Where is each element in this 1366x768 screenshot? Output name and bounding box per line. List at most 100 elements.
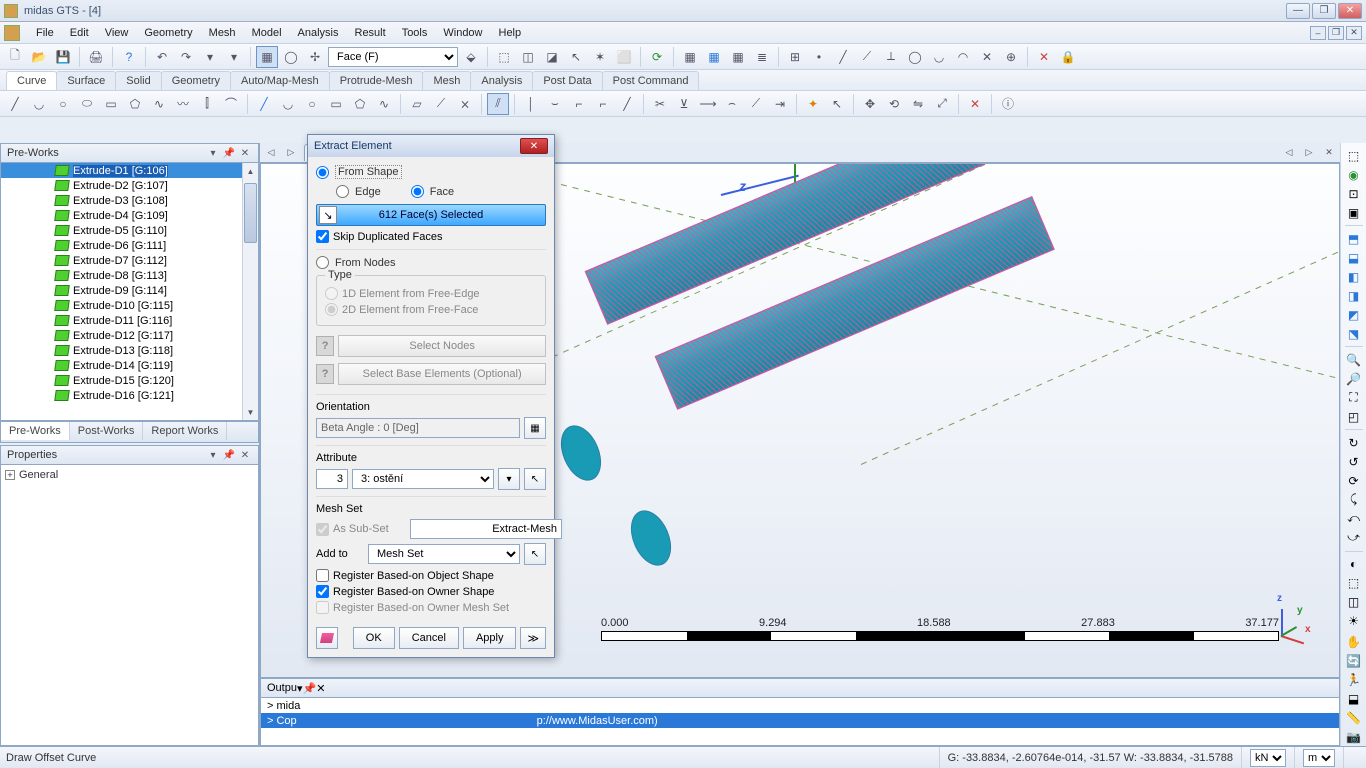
print-icon[interactable]: 🖨: [85, 46, 107, 68]
doc-next2-icon[interactable]: ▷: [1302, 146, 1316, 160]
panel-close-icon[interactable]: ✕: [238, 146, 252, 160]
menu-analysis[interactable]: Analysis: [290, 25, 347, 41]
refresh-icon[interactable]: ⟳: [646, 46, 668, 68]
tree-item[interactable]: Extrude-D8 [G:113]: [1, 268, 258, 283]
view-right-icon[interactable]: ◨: [1344, 287, 1364, 304]
doc-next-icon[interactable]: ▷: [284, 146, 298, 160]
invert-icon[interactable]: ◪: [541, 46, 563, 68]
rotate-icon[interactable]: ⟲: [883, 93, 905, 115]
scale-icon[interactable]: ⤢: [931, 93, 953, 115]
redo-icon[interactable]: ↷: [175, 46, 197, 68]
attribute-pick-button[interactable]: ↖: [524, 468, 546, 490]
view-top-icon[interactable]: ⬒: [1344, 230, 1364, 247]
snap-point-icon[interactable]: •: [808, 46, 830, 68]
snap-grid-icon[interactable]: ⊞: [784, 46, 806, 68]
reg-owner-checkbox[interactable]: Register Based-on Owner Shape: [316, 585, 546, 598]
tree-item[interactable]: Extrude-D11 [G:116]: [1, 313, 258, 328]
tab-mesh[interactable]: Mesh: [422, 71, 471, 90]
snap-off-icon[interactable]: ✕: [1033, 46, 1055, 68]
rect-icon[interactable]: ▭: [100, 93, 122, 115]
tab-analysis[interactable]: Analysis: [470, 71, 533, 90]
redo-dropdown-icon[interactable]: ▾: [223, 46, 245, 68]
tree-item[interactable]: Extrude-D13 [G:118]: [1, 343, 258, 358]
table-icon[interactable]: ▦: [679, 46, 701, 68]
radio-from-shape[interactable]: From Shape: [316, 165, 546, 179]
select-lasso-icon[interactable]: ◯: [280, 46, 302, 68]
walk-icon[interactable]: 🏃: [1344, 672, 1364, 689]
rot-left-icon[interactable]: ⤺: [1344, 510, 1364, 527]
scroll-thumb[interactable]: [244, 183, 257, 243]
dialog-close-button[interactable]: ✕: [520, 138, 548, 154]
chamfer-icon[interactable]: ⟋: [745, 93, 767, 115]
poly-icon[interactable]: ⬠: [124, 93, 146, 115]
mirror-icon[interactable]: ⇋: [907, 93, 929, 115]
unit-length-select[interactable]: m: [1303, 749, 1335, 767]
output-close-icon[interactable]: ✕: [316, 682, 325, 695]
skip-duplicated-checkbox[interactable]: Skip Duplicated Faces: [316, 230, 546, 243]
stack-icon[interactable]: ≣: [751, 46, 773, 68]
circle-icon[interactable]: ○: [52, 93, 74, 115]
arc-icon[interactable]: ◡: [28, 93, 50, 115]
snap-circle-icon[interactable]: ◯: [904, 46, 926, 68]
pick-arrow-icon[interactable]: ↘: [319, 206, 337, 224]
tab-solid[interactable]: Solid: [115, 71, 161, 90]
spline-icon[interactable]: ∿: [148, 93, 170, 115]
menu-edit[interactable]: Edit: [62, 25, 97, 41]
tree-item[interactable]: Extrude-D9 [G:114]: [1, 283, 258, 298]
addto-pick-button[interactable]: ↖: [524, 543, 546, 565]
preworks-tree[interactable]: Extrude-D1 [G:106]Extrude-D2 [G:107] Extr…: [0, 163, 259, 421]
tunnel-icon[interactable]: ⌒: [220, 93, 242, 115]
break-icon[interactable]: ⊻: [673, 93, 695, 115]
tree-item[interactable]: Extrude-D2 [G:107]: [1, 178, 258, 193]
reset-button[interactable]: [316, 627, 338, 649]
help-base-icon[interactable]: ?: [316, 364, 334, 384]
open-icon[interactable]: 📂: [28, 46, 50, 68]
menu-result[interactable]: Result: [347, 25, 394, 41]
profile-icon[interactable]: ⫿: [196, 93, 218, 115]
menu-file[interactable]: File: [28, 25, 62, 41]
tree-item[interactable]: Extrude-D1 [G:106]: [1, 163, 258, 178]
menu-window[interactable]: Window: [435, 25, 490, 41]
ok-button[interactable]: OK: [353, 627, 395, 649]
tab-reportworks[interactable]: Report Works: [143, 422, 227, 440]
select-cross-icon[interactable]: ✢: [304, 46, 326, 68]
menu-view[interactable]: View: [97, 25, 137, 41]
doc-prev-icon[interactable]: ◁: [264, 146, 278, 160]
rot-free-icon[interactable]: ⤹: [1344, 491, 1364, 508]
save-icon[interactable]: 💾: [52, 46, 74, 68]
zoom-window-icon[interactable]: ◰: [1344, 408, 1364, 425]
seg-3d-icon[interactable]: ╱: [616, 93, 638, 115]
deselect-icon[interactable]: ◫: [517, 46, 539, 68]
tree-item[interactable]: Extrude-D14 [G:119]: [1, 358, 258, 373]
minimize-button[interactable]: —: [1286, 3, 1310, 19]
tree-item[interactable]: Extrude-D12 [G:117]: [1, 328, 258, 343]
shade-icon[interactable]: ◐: [1344, 555, 1364, 572]
seg-down-icon[interactable]: ⌐: [592, 93, 614, 115]
lock-icon[interactable]: 🔒: [1057, 46, 1079, 68]
seg-arc-icon[interactable]: ⌣: [544, 93, 566, 115]
view-left-icon[interactable]: ◧: [1344, 268, 1364, 285]
tree-scrollbar[interactable]: ▲ ▼: [242, 163, 258, 420]
snap-arc-icon[interactable]: ◡: [928, 46, 950, 68]
seg-up-icon[interactable]: ⌐: [568, 93, 590, 115]
menu-help[interactable]: Help: [491, 25, 530, 41]
rotate-view-icon[interactable]: 🔄: [1344, 653, 1364, 670]
rot-y-icon[interactable]: ↺: [1344, 453, 1364, 470]
snap-perp-icon[interactable]: ⟂: [880, 46, 902, 68]
reg-object-checkbox[interactable]: Register Based-on Object Shape: [316, 569, 546, 582]
maximize-button[interactable]: ❐: [1312, 3, 1336, 19]
bspline-icon[interactable]: 〰: [172, 93, 194, 115]
radio-from-nodes[interactable]: From Nodes: [316, 256, 546, 269]
tree-item[interactable]: Extrude-D16 [G:121]: [1, 388, 258, 403]
tab-protrude[interactable]: Protrude-Mesh: [329, 71, 424, 90]
view-cube-icon[interactable]: ▣: [1344, 204, 1364, 221]
help-nodes-icon[interactable]: ?: [316, 336, 334, 356]
props-dropdown-icon[interactable]: ▾: [206, 448, 220, 462]
mdi-minimize-button[interactable]: –: [1310, 26, 1326, 40]
extract-mesh-input[interactable]: [410, 519, 562, 539]
line-icon[interactable]: ╱: [4, 93, 26, 115]
attribute-select[interactable]: 3: ostění: [352, 469, 494, 489]
wire-icon[interactable]: ⬚: [1344, 574, 1364, 591]
tab-surface[interactable]: Surface: [56, 71, 116, 90]
zoom-fit-icon[interactable]: ⛶: [1344, 389, 1364, 406]
